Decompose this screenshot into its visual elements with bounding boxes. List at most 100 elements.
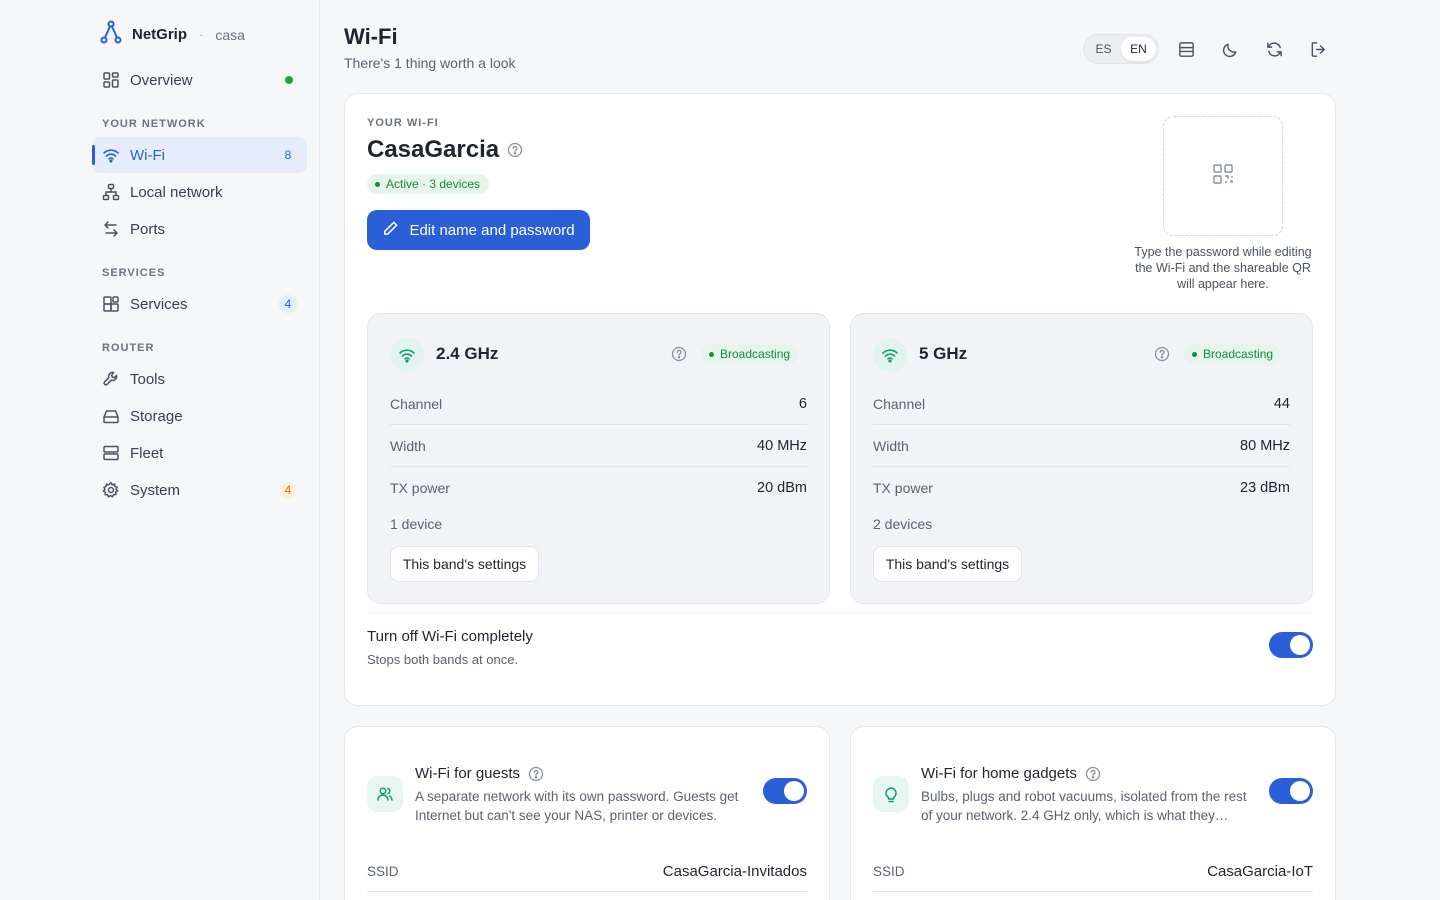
sidebar-item-overview[interactable]: Overview: [92, 62, 307, 98]
broadcasting-badge: Broadcasting: [1184, 344, 1282, 364]
row-value: CasaGarcia-IoT: [1207, 863, 1313, 880]
grid-icon: [102, 71, 120, 89]
row-label: Width: [873, 437, 909, 454]
help-icon[interactable]: [528, 766, 544, 782]
ssid-title: CasaGarcia: [367, 136, 523, 164]
help-icon[interactable]: [507, 142, 523, 158]
gadgets-wifi-card: Wi-Fi for home gadgets Bulbs, plugs and …: [850, 726, 1336, 900]
status-dot: [709, 351, 714, 357]
sidebar-item-fleet[interactable]: Fleet: [92, 435, 307, 471]
wifi-icon: [102, 146, 120, 164]
row-label: TX power: [873, 480, 933, 496]
page-subtitle: There's 1 thing worth a look: [344, 55, 516, 71]
sidebar-item-label: Overview: [130, 71, 193, 89]
band-title: 5 GHz: [919, 344, 968, 363]
brand-location: casa: [215, 26, 245, 43]
band-row-tx-power: TX power 23 dBm: [873, 467, 1290, 509]
moon-icon[interactable]: [1218, 37, 1242, 61]
page-title: Wi-Fi: [344, 24, 398, 49]
band-row-width: Width 80 MHz: [873, 425, 1290, 467]
arrows-swap-icon: [102, 220, 120, 238]
wifi-eyebrow: YOUR WI-FI: [367, 117, 439, 129]
gadgets-wifi-toggle[interactable]: [1269, 778, 1313, 804]
server-icon: [102, 444, 120, 462]
band-row-tx-power: TX power 20 dBm: [390, 467, 807, 509]
guest-wifi-toggle[interactable]: [763, 778, 807, 804]
drive-icon: [102, 407, 120, 425]
divider: [367, 612, 1313, 613]
refresh-icon[interactable]: [1262, 37, 1286, 61]
wifi-icon: [390, 338, 424, 372]
row-value: 20 dBm: [757, 480, 807, 496]
sidebar-item-label: Tools: [130, 370, 166, 388]
sidebar-item-services[interactable]: Services 4: [92, 286, 307, 322]
sidebar-item-tools[interactable]: Tools: [92, 361, 307, 397]
lang-en-button[interactable]: EN: [1121, 37, 1156, 61]
blocks-icon: [102, 295, 120, 313]
count-badge: 4: [279, 481, 297, 499]
sidebar-item-label: Storage: [130, 407, 183, 425]
band-row-channel: Channel 44: [873, 383, 1290, 425]
band-row-width: Width 40 MHz: [390, 425, 807, 467]
band-settings-button[interactable]: This band's settings: [390, 546, 539, 582]
band-card-2-4ghz: 2.4 GHz Broadcasting Channel 6 Width 40 …: [367, 313, 830, 604]
sidebar-item-storage[interactable]: Storage: [92, 398, 307, 434]
row-value: 6: [798, 395, 807, 412]
gadgets-description: Bulbs, plugs and robot vacuums, isolated…: [921, 789, 1247, 823]
row-value: 40 MHz: [757, 437, 807, 454]
row-value: CasaGarcia-Invitados: [662, 863, 807, 880]
band-card-5ghz: 5 GHz Broadcasting Channel 44 Width 80 M…: [850, 313, 1313, 604]
wifi-icon: [873, 338, 907, 372]
sidebar-item-label: Wi-Fi: [130, 146, 165, 164]
wrench-icon: [102, 370, 120, 388]
guest-title: Wi-Fi for guests: [415, 765, 521, 782]
status-dot: [1192, 351, 1197, 357]
sidebar-item-label: System: [130, 481, 181, 499]
brand-separator: ·: [199, 27, 204, 42]
ssid-name: CasaGarcia: [367, 136, 500, 163]
gadgets-title: Wi-Fi for home gadgets: [921, 765, 1077, 782]
network-tree-icon: [102, 183, 120, 201]
band-title: 2.4 GHz: [436, 344, 499, 363]
pencil-icon: [382, 220, 399, 241]
sidebar-item-label: Fleet: [130, 444, 164, 462]
sidebar-item-label: Ports: [130, 220, 166, 238]
wifi-card: YOUR WI-FI CasaGarcia Active · 3 devices…: [344, 93, 1336, 706]
guest-ssid-row: SSID CasaGarcia-Invitados: [367, 852, 807, 892]
broadcasting-badge: Broadcasting: [701, 344, 799, 364]
row-value: 23 dBm: [1240, 480, 1290, 496]
lang-es-button[interactable]: ES: [1086, 37, 1121, 61]
language-toggle: ES EN: [1083, 34, 1159, 64]
count-badge: 8: [284, 148, 292, 162]
guest-title-row: Wi-Fi for guests: [415, 765, 544, 782]
edit-name-password-button[interactable]: Edit name and password: [367, 210, 590, 250]
layout-icon[interactable]: [1174, 37, 1198, 61]
guest-wifi-card: Wi-Fi for guests A separate network with…: [344, 726, 830, 900]
status-dot: [285, 76, 293, 84]
sidebar-item-ports[interactable]: Ports: [92, 211, 307, 247]
wifi-master-toggle[interactable]: [1269, 632, 1313, 658]
logout-icon[interactable]: [1306, 37, 1330, 61]
band-status: Broadcasting: [720, 347, 791, 361]
row-label: SSID: [367, 864, 399, 879]
band-settings-button[interactable]: This band's settings: [873, 546, 1022, 582]
sidebar-item-label: Services: [130, 295, 188, 313]
sidebar-item-wifi[interactable]: Wi-Fi 8: [92, 137, 307, 173]
qr-placeholder: [1163, 116, 1283, 236]
row-label: TX power: [390, 480, 450, 496]
status-dot: [375, 181, 380, 187]
users-icon: [367, 776, 403, 812]
section-router: ROUTER: [102, 342, 155, 354]
sidebar-item-system[interactable]: System 4: [92, 472, 307, 508]
brand[interactable]: NetGrip · casa: [100, 20, 245, 49]
sidebar-item-local-network[interactable]: Local network: [92, 174, 307, 210]
section-your-network: YOUR NETWORK: [102, 118, 206, 130]
band-row-channel: Channel 6: [390, 383, 807, 425]
gear-icon: [102, 481, 120, 499]
qr-caption: Type the password while editing the Wi-F…: [1134, 245, 1312, 291]
help-icon[interactable]: [1085, 766, 1101, 782]
qr-code-icon: [1212, 163, 1234, 190]
help-icon[interactable]: [671, 346, 687, 362]
help-icon[interactable]: [1154, 346, 1170, 362]
band-status: Broadcasting: [1203, 347, 1274, 361]
